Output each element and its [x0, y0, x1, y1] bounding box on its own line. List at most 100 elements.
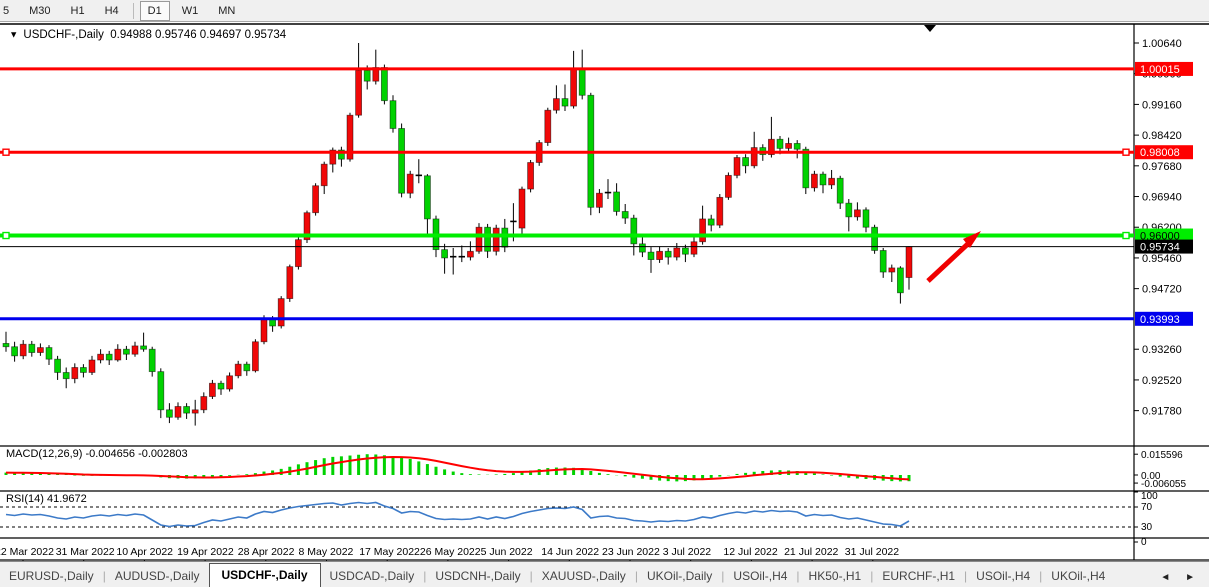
symbol-tab-ukoildaily[interactable]: UKOil-,Daily	[638, 565, 721, 587]
line-handle[interactable]	[3, 233, 9, 239]
candle-up	[20, 344, 26, 356]
candle-down	[390, 101, 396, 129]
candle-down	[614, 192, 620, 212]
macd-axis-label: -0.006055	[1141, 479, 1186, 490]
date-axis-label: 31 Jul 2022	[845, 546, 899, 558]
candle-down	[80, 367, 86, 372]
candle-up	[889, 268, 895, 272]
candle-up	[287, 267, 293, 299]
candle-up	[854, 210, 860, 217]
symbol-tab-usdcnhdaily[interactable]: USDCNH-,Daily	[426, 565, 529, 587]
candle-down	[880, 250, 886, 272]
symbol-tab-eurchfh1[interactable]: EURCHF-,H1	[873, 565, 964, 587]
price-badge-0.93993: 0.93993	[1140, 314, 1180, 326]
date-axis-label: 14 Jun 2022	[541, 546, 599, 558]
timeframe-button-h4[interactable]: H4	[97, 1, 127, 21]
candle-down	[622, 211, 628, 218]
candle-up	[89, 360, 95, 372]
symbol-tab-bar: EURUSD-,Daily|AUDUSD-,DailyUSDCHF-,Daily…	[0, 561, 1209, 587]
candle-down	[682, 248, 688, 254]
symbol-tab-usdcaddaily[interactable]: USDCAD-,Daily	[321, 565, 424, 587]
candle-up	[519, 189, 525, 228]
macd-signal-line	[6, 457, 909, 479]
candle-down	[794, 143, 800, 149]
date-axis-label: 31 Mar 2022	[56, 546, 115, 558]
line-handle[interactable]	[1123, 149, 1129, 155]
symbol-tab-ukoilh4[interactable]: UKOil-,H4	[1042, 565, 1114, 587]
candle-down	[708, 219, 714, 225]
candle-up	[227, 376, 233, 389]
macd-indicator-label: MACD(12,26,9) -0.004656 -0.002803	[6, 448, 188, 460]
date-axis-label: 17 May 2022	[359, 546, 420, 558]
chart-ohlc-values: 0.94988 0.95746 0.94697 0.95734	[110, 29, 286, 41]
timeframe-button-mn[interactable]: MN	[210, 1, 243, 21]
candle-down	[184, 406, 190, 413]
candle-up	[192, 410, 198, 413]
date-axis-label: 10 Apr 2022	[116, 546, 173, 558]
candle-down	[424, 176, 430, 219]
candle-up	[493, 228, 499, 251]
candle-up	[734, 158, 740, 176]
price-axis-label: 0.93260	[1142, 344, 1182, 356]
price-chart-canvas[interactable]: 1.006400.999000.991600.984200.976800.969…	[0, 22, 1209, 561]
macd-axis-label: 0.015596	[1141, 450, 1183, 461]
candle-down	[55, 359, 61, 372]
line-handle[interactable]	[1123, 233, 1129, 239]
candle-down	[648, 252, 654, 259]
candle-up	[115, 349, 121, 360]
candle-up	[657, 251, 663, 259]
candle-up	[295, 240, 301, 267]
candle-down	[158, 372, 164, 410]
rsi-axis-label: 30	[1141, 522, 1153, 533]
rsi-indicator-label: RSI(14) 41.9672	[6, 493, 87, 505]
candle-down	[442, 250, 448, 258]
symbol-tab-usoilh4[interactable]: USOil-,H4	[967, 565, 1039, 587]
candle-down	[820, 174, 826, 185]
candle-down	[381, 67, 387, 100]
candle-down	[777, 139, 783, 148]
candle-up	[37, 348, 43, 353]
chart-dropdown-icon[interactable]: ▼	[9, 30, 18, 40]
date-axis-label: 26 May 2022	[420, 546, 481, 558]
symbol-tab-hk50h1[interactable]: HK50-,H1	[800, 565, 871, 587]
timeframe-button-h1[interactable]: H1	[63, 1, 93, 21]
toolbar-separator	[133, 3, 134, 19]
candle-down	[562, 99, 568, 106]
candle-up	[278, 299, 284, 326]
symbol-tab-eurusddaily[interactable]: EURUSD-,Daily	[0, 565, 103, 587]
tab-scroll-arrows[interactable]: ◄ ►	[1160, 572, 1201, 587]
timeframe-button-m30[interactable]: M30	[21, 1, 58, 21]
price-axis-label: 0.95460	[1142, 253, 1182, 265]
price-axis-label: 0.94720	[1142, 284, 1182, 296]
candle-up	[476, 227, 482, 251]
symbol-tab-xauusddaily[interactable]: XAUUSD-,Daily	[533, 565, 635, 587]
candle-down	[837, 178, 843, 203]
price-axis-label: 0.96940	[1142, 192, 1182, 204]
date-axis-label: 8 May 2022	[299, 546, 354, 558]
date-axis-label: 22 Mar 2022	[0, 546, 54, 558]
candle-down	[3, 343, 9, 346]
chart-area[interactable]: 1.006400.999000.991600.984200.976800.969…	[0, 22, 1209, 561]
candle-up	[811, 174, 817, 188]
chart-symbol-label: USDCHF-,Daily	[23, 29, 104, 41]
symbol-tab-audusddaily[interactable]: AUDUSD-,Daily	[106, 565, 209, 587]
symbol-tab-usdchfdaily[interactable]: USDCHF-,Daily	[209, 563, 321, 587]
price-axis-label: 0.98420	[1142, 130, 1182, 142]
rsi-axis-label: 0	[1141, 537, 1147, 548]
price-badge-0.98008: 0.98008	[1140, 147, 1180, 159]
symbol-tab-usoilh4[interactable]: USOil-,H4	[724, 565, 796, 587]
candle-up	[261, 319, 267, 342]
candle-up	[717, 197, 723, 225]
line-handle[interactable]	[3, 149, 9, 155]
candle-down	[46, 348, 52, 360]
date-axis-label: 21 Jul 2022	[784, 546, 838, 558]
timeframe-button-5[interactable]: 5	[0, 1, 17, 21]
candle-down	[399, 128, 405, 193]
candle-down	[218, 383, 224, 389]
candle-up	[571, 69, 577, 106]
candle-up	[252, 342, 258, 371]
date-axis-label: 5 Jun 2022	[481, 546, 533, 558]
timeframe-button-d1[interactable]: D1	[140, 1, 170, 21]
timeframe-button-w1[interactable]: W1	[174, 1, 207, 21]
price-axis-label: 0.97680	[1142, 161, 1182, 173]
